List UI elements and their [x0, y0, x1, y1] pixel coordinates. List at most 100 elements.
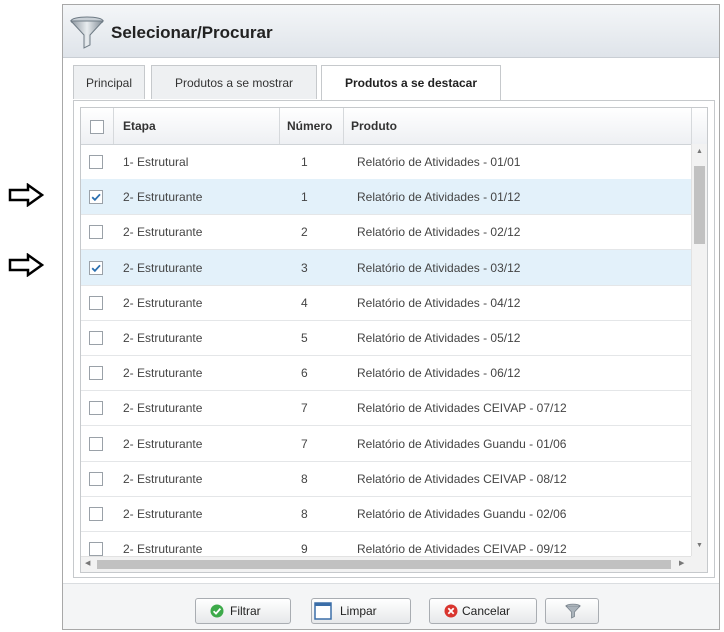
- cell-numero: 3: [301, 260, 308, 275]
- cell-etapa: 2- Estruturante: [123, 225, 203, 240]
- pointer-arrow-icon: [8, 183, 44, 207]
- cell-produto: Relatório de Atividades - 03/12: [357, 260, 521, 275]
- row-checkbox[interactable]: [89, 507, 103, 521]
- cancel-button-label: Cancelar: [462, 604, 511, 618]
- cell-numero: 1: [301, 190, 308, 205]
- cell-numero: 1: [301, 155, 308, 169]
- check-circle-icon: [210, 604, 224, 618]
- vertical-scrollbar[interactable]: ▲ ▼: [691, 144, 707, 556]
- cell-numero: 9: [301, 542, 308, 556]
- blank-document-icon: [314, 602, 332, 620]
- cell-numero: 4: [301, 295, 308, 310]
- cell-etapa: 2- Estruturante: [123, 401, 203, 416]
- tab-panel: Etapa Número Produto 1- Estrutural 1 Relat…: [73, 100, 715, 578]
- cell-produto: Relatório de Atividades Guandu - 02/06: [357, 507, 567, 521]
- cell-numero: 8: [301, 507, 308, 521]
- funnel-icon: [565, 603, 581, 619]
- scroll-right-icon[interactable]: ▶: [679, 560, 684, 568]
- table-row[interactable]: 2- Estruturante 7 Relatório de Atividades …: [81, 426, 691, 462]
- table-row[interactable]: 2- Estruturante 5 Relatório de Atividades …: [81, 320, 691, 356]
- select-all-checkbox[interactable]: [90, 120, 104, 134]
- tab-principal[interactable]: Principal: [73, 65, 145, 99]
- tab-bar: Principal Produtos a se mostrar Produtos…: [73, 65, 711, 101]
- cell-etapa: 2- Estruturante: [123, 295, 203, 310]
- row-checkbox[interactable]: [89, 401, 103, 416]
- cell-produto: Relatório de Atividades - 04/12: [357, 295, 521, 310]
- cell-produto: Relatório de Atividades CEIVAP - 08/12: [357, 471, 567, 486]
- cell-produto: Relatório de Atividades CEIVAP - 09/12: [357, 542, 567, 556]
- scroll-up-icon[interactable]: ▲: [696, 148, 703, 156]
- tab-produtos-a-se-mostrar[interactable]: Produtos a se mostrar: [151, 65, 317, 99]
- cell-etapa: 2- Estruturante: [123, 507, 203, 521]
- cell-produto: Relatório de Atividades - 01/12: [357, 190, 521, 205]
- products-grid: Etapa Número Produto 1- Estrutural 1 Relat…: [80, 107, 708, 573]
- table-row[interactable]: 1- Estrutural 1 Relatório de Atividades - …: [81, 144, 691, 180]
- cancel-button[interactable]: Cancelar: [429, 598, 537, 624]
- row-checkbox[interactable]: [89, 471, 103, 486]
- cell-etapa: 1- Estrutural: [123, 155, 189, 169]
- cell-produto: Relatório de Atividades - 06/12: [357, 366, 521, 381]
- table-row[interactable]: 2- Estruturante 3 Relatório de Atividades …: [81, 249, 691, 286]
- vertical-scroll-thumb[interactable]: [694, 166, 705, 244]
- dialog-titlebar: Selecionar/Procurar: [63, 5, 719, 58]
- column-header-produto[interactable]: Produto: [351, 108, 397, 144]
- cell-numero: 2: [301, 225, 308, 240]
- table-row[interactable]: 2- Estruturante 2 Relatório de Atividades …: [81, 214, 691, 251]
- row-checkbox[interactable]: [89, 542, 103, 556]
- pointer-arrow-icon: [8, 253, 44, 277]
- cell-produto: Relatório de Atividades - 02/12: [357, 225, 521, 240]
- horizontal-scroll-thumb[interactable]: [97, 560, 671, 569]
- cell-etapa: 2- Estruturante: [123, 190, 203, 205]
- grid-body: 1- Estrutural 1 Relatório de Atividades - …: [81, 144, 691, 556]
- funnel-button[interactable]: [545, 598, 599, 624]
- cell-produto: Relatório de Atividades Guandu - 01/06: [357, 436, 567, 451]
- row-checkbox[interactable]: [89, 366, 103, 381]
- column-header-numero[interactable]: Número: [287, 108, 332, 144]
- row-checkbox[interactable]: [89, 225, 103, 240]
- cell-etapa: 2- Estruturante: [123, 331, 203, 345]
- cell-produto: Relatório de Atividades - 01/01: [357, 155, 521, 169]
- grid-header: Etapa Número Produto: [81, 108, 707, 145]
- funnel-icon: [69, 16, 105, 49]
- dialog-footer: Filtrar Limpar Cancelar: [63, 583, 719, 629]
- cell-numero: 7: [301, 436, 308, 451]
- dialog-title: Selecionar/Procurar: [111, 23, 273, 42]
- table-row[interactable]: 2- Estruturante 9 Relatório de Atividades …: [81, 531, 691, 556]
- scroll-left-icon[interactable]: ◀: [85, 560, 90, 568]
- table-row[interactable]: 2- Estruturante 1 Relatório de Atividades …: [81, 179, 691, 216]
- cell-produto: Relatório de Atividades - 05/12: [357, 331, 521, 345]
- row-checkbox[interactable]: [89, 155, 103, 169]
- table-row[interactable]: 2- Estruturante 7 Relatório de Atividades …: [81, 390, 691, 427]
- cell-numero: 8: [301, 471, 308, 486]
- scroll-down-icon[interactable]: ▼: [696, 542, 703, 550]
- cell-etapa: 2- Estruturante: [123, 542, 203, 556]
- table-row[interactable]: 2- Estruturante 8 Relatório de Atividades …: [81, 461, 691, 497]
- cell-numero: 5: [301, 331, 308, 345]
- filter-button-label: Filtrar: [230, 604, 261, 618]
- cell-etapa: 2- Estruturante: [123, 471, 203, 486]
- cell-produto: Relatório de Atividades CEIVAP - 07/12: [357, 401, 567, 416]
- clear-button[interactable]: Limpar: [311, 598, 411, 624]
- table-row[interactable]: 2- Estruturante 8 Relatório de Atividades …: [81, 496, 691, 532]
- cell-etapa: 2- Estruturante: [123, 436, 203, 451]
- tab-produtos-a-se-destacar[interactable]: Produtos a se destacar: [321, 65, 501, 101]
- row-checkbox[interactable]: [89, 260, 103, 275]
- row-checkbox[interactable]: [89, 295, 103, 310]
- checkmark-icon: [91, 193, 101, 202]
- cell-numero: 7: [301, 401, 308, 416]
- cell-etapa: 2- Estruturante: [123, 366, 203, 381]
- row-checkbox[interactable]: [89, 331, 103, 345]
- row-checkbox[interactable]: [89, 436, 103, 451]
- horizontal-scrollbar[interactable]: ◀ ▶: [81, 556, 691, 572]
- cell-numero: 6: [301, 366, 308, 381]
- cancel-circle-icon: [444, 604, 458, 618]
- row-checkbox[interactable]: [89, 190, 103, 205]
- checkmark-icon: [91, 264, 101, 272]
- cell-etapa: 2- Estruturante: [123, 260, 203, 275]
- filter-button[interactable]: Filtrar: [195, 598, 291, 624]
- column-header-etapa[interactable]: Etapa: [123, 108, 156, 144]
- table-row[interactable]: 2- Estruturante 6 Relatório de Atividades …: [81, 355, 691, 392]
- select-search-dialog: Selecionar/Procurar Principal Produtos a…: [62, 4, 720, 630]
- table-row[interactable]: 2- Estruturante 4 Relatório de Atividades …: [81, 285, 691, 321]
- clear-button-label: Limpar: [340, 604, 377, 618]
